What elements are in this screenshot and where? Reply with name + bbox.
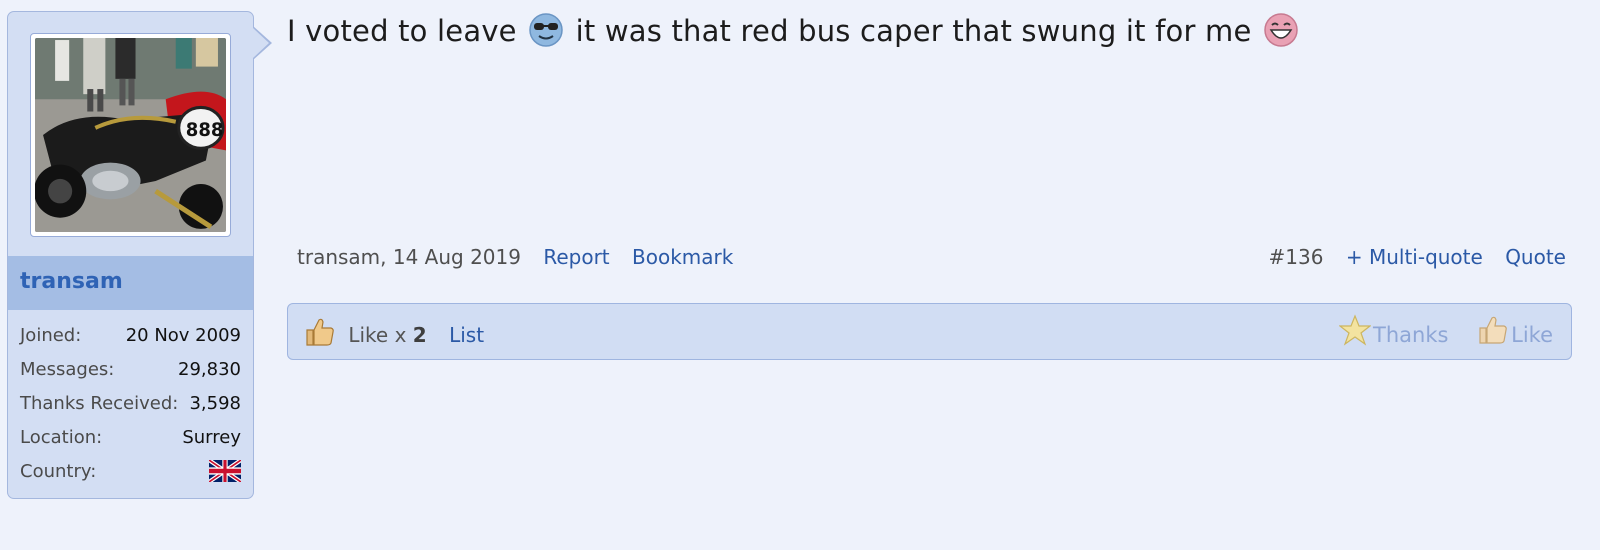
motorcycle-avatar-icon: 888 <box>35 38 226 232</box>
forum-post: 888 transam Joined: 20 Nov 2009 Messages… <box>0 0 1600 550</box>
like-label: Like <box>1511 323 1553 347</box>
stat-value[interactable]: Surrey <box>182 427 241 448</box>
thanks-button[interactable]: Thanks <box>1338 314 1455 347</box>
sidebar-pointer-fill <box>253 28 269 58</box>
stat-value: 20 Nov 2009 <box>125 325 241 346</box>
thanks-label: Thanks <box>1373 323 1449 347</box>
avatar[interactable]: 888 <box>30 33 231 237</box>
post-actions: #136 + Multi-quote Quote <box>1269 245 1566 269</box>
likes-list-link[interactable]: List <box>449 323 484 347</box>
stat-label: Joined: <box>20 325 82 346</box>
stat-location: Location: Surrey <box>8 422 253 456</box>
quote-link[interactable]: Quote <box>1505 245 1566 269</box>
thumbs-up-icon <box>1479 316 1507 344</box>
likes-bar: Like x 2 List Thanks Like <box>287 303 1572 360</box>
stat-thanks-received: Thanks Received: 3,598 <box>8 388 253 422</box>
user-stats: Joined: 20 Nov 2009 Messages: 29,830 Tha… <box>8 320 253 490</box>
stat-messages: Messages: 29,830 <box>8 354 253 388</box>
bookmark-link[interactable]: Bookmark <box>632 245 733 269</box>
like-summary-text: Like x <box>348 323 407 347</box>
uk-flag-icon <box>209 460 241 482</box>
like-actions: Thanks Like <box>1317 314 1553 347</box>
stat-value: 3,598 <box>189 393 241 414</box>
like-count: 2 <box>412 323 427 347</box>
stat-country: Country: <box>8 456 253 490</box>
post-message: I voted to leave it was that red bus cap… <box>287 12 1301 48</box>
stat-label: Location: <box>20 427 103 448</box>
message-text-part: it was that red bus caper that swung it … <box>575 14 1252 48</box>
stat-label: Messages: <box>20 359 115 380</box>
svg-text:888: 888 <box>186 120 224 141</box>
username-link[interactable]: transam <box>20 269 123 294</box>
thumbs-up-icon <box>306 318 334 346</box>
like-button[interactable]: Like <box>1477 316 1553 347</box>
cool-sunglasses-smiley-icon <box>529 13 563 47</box>
post-meta: transam, 14 Aug 2019 Report Bookmark <box>297 245 733 269</box>
stat-label: Country: <box>20 461 97 482</box>
like-summary: Like x 2 List <box>304 316 484 348</box>
stat-joined: Joined: 20 Nov 2009 <box>8 320 253 354</box>
post-number[interactable]: #136 <box>1269 245 1324 269</box>
message-text-part: I voted to leave <box>287 14 517 48</box>
username-bar: transam <box>8 256 253 310</box>
author-date[interactable]: transam, 14 Aug 2019 <box>297 245 521 269</box>
stat-value[interactable]: 29,830 <box>178 359 241 380</box>
avatar-area: 888 <box>8 12 253 256</box>
user-info-panel: 888 transam Joined: 20 Nov 2009 Messages… <box>7 11 254 499</box>
laughing-smiley-icon <box>1264 13 1298 47</box>
stat-label: Thanks Received: <box>20 393 179 414</box>
report-link[interactable]: Report <box>543 245 609 269</box>
multi-quote-link[interactable]: + Multi-quote <box>1346 245 1483 269</box>
star-icon <box>1338 314 1372 346</box>
